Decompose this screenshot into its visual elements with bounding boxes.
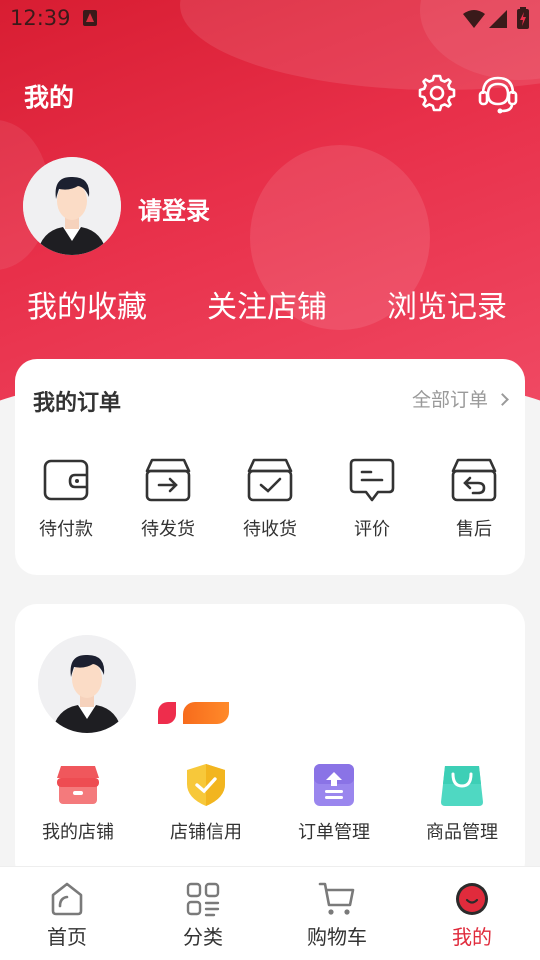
avatar[interactable] <box>23 157 121 255</box>
quick-link-favorites[interactable]: 我的收藏 <box>27 282 147 326</box>
bottom-tab-bar: 首页 分类 购物车 我的 <box>0 866 540 960</box>
home-icon <box>51 882 83 916</box>
login-link[interactable]: 请登录 <box>138 191 210 226</box>
order-after-sales-label: 售后 <box>456 519 492 540</box>
customer-service-headset-icon <box>478 76 518 114</box>
shield-check-icon <box>187 764 225 806</box>
avatar-person-icon <box>23 157 121 255</box>
shop-badge-icon <box>158 702 176 724</box>
tab-profile-label: 我的 <box>452 925 492 949</box>
tab-category-label: 分类 <box>183 925 223 949</box>
order-pending-payment-label: 待付款 <box>39 519 93 540</box>
tool-store-credit[interactable]: 店铺信用 <box>144 762 268 844</box>
tab-home-label: 首页 <box>47 925 87 949</box>
order-pending-ship[interactable]: 待发货 <box>123 457 213 541</box>
return-box-icon <box>451 458 497 502</box>
wallet-icon <box>43 459 89 501</box>
order-review[interactable]: 评价 <box>327 457 417 541</box>
shop-level-badge <box>183 702 229 724</box>
orders-title: 我的订单 <box>33 391 122 416</box>
tool-product-management-label: 商品管理 <box>426 822 498 843</box>
orders-card: 我的订单 全部订单 待付款 待发货 待收货 评价 售后 <box>15 359 525 575</box>
order-pending-receive[interactable]: 待收货 <box>225 457 315 541</box>
store-icon <box>57 766 99 804</box>
quick-link-history[interactable]: 浏览记录 <box>387 282 507 326</box>
wifi-icon <box>463 10 485 28</box>
cell-signal-icon <box>489 10 507 28</box>
tool-my-store[interactable]: 我的店铺 <box>16 762 140 844</box>
order-pending-ship-label: 待发货 <box>141 519 195 540</box>
settings-button[interactable] <box>416 72 458 114</box>
ship-box-icon <box>145 458 191 502</box>
tab-home[interactable]: 首页 <box>12 881 122 950</box>
tool-my-store-label: 我的店铺 <box>42 822 114 843</box>
receive-box-icon <box>247 458 293 502</box>
shopping-bag-icon <box>441 766 483 806</box>
profile-icon <box>456 883 488 915</box>
page-title: 我的 <box>24 83 75 112</box>
gear-icon <box>418 74 456 112</box>
tab-category[interactable]: 分类 <box>148 881 258 950</box>
order-review-label: 评价 <box>354 519 390 540</box>
status-time: 12:39 <box>10 6 71 30</box>
quick-link-followed-shops[interactable]: 关注店铺 <box>207 282 327 326</box>
category-icon <box>186 882 220 917</box>
order-upload-icon <box>314 764 354 806</box>
tab-cart[interactable]: 购物车 <box>282 881 392 950</box>
status-bar: 12:39 <box>0 0 540 36</box>
chevron-right-icon <box>496 393 509 406</box>
cart-icon <box>318 882 355 915</box>
app-notification-icon <box>83 10 97 26</box>
comment-icon <box>349 458 395 502</box>
tab-cart-label: 购物车 <box>307 925 367 949</box>
avatar-person-icon <box>38 635 136 733</box>
order-after-sales[interactable]: 售后 <box>429 457 519 541</box>
order-pending-receive-label: 待收货 <box>243 519 297 540</box>
all-orders-link[interactable]: 全部订单 <box>411 385 509 412</box>
tool-store-credit-label: 店铺信用 <box>170 822 242 843</box>
tool-order-management-label: 订单管理 <box>298 822 370 843</box>
shop-avatar[interactable] <box>38 635 136 733</box>
tool-product-management[interactable]: 商品管理 <box>400 762 524 844</box>
tab-profile[interactable]: 我的 <box>417 881 527 950</box>
all-orders-label: 全部订单 <box>411 389 488 411</box>
customer-service-button[interactable] <box>476 72 518 114</box>
battery-icon <box>517 7 529 29</box>
order-pending-payment[interactable]: 待付款 <box>21 457 111 541</box>
tool-order-management[interactable]: 订单管理 <box>272 762 396 844</box>
